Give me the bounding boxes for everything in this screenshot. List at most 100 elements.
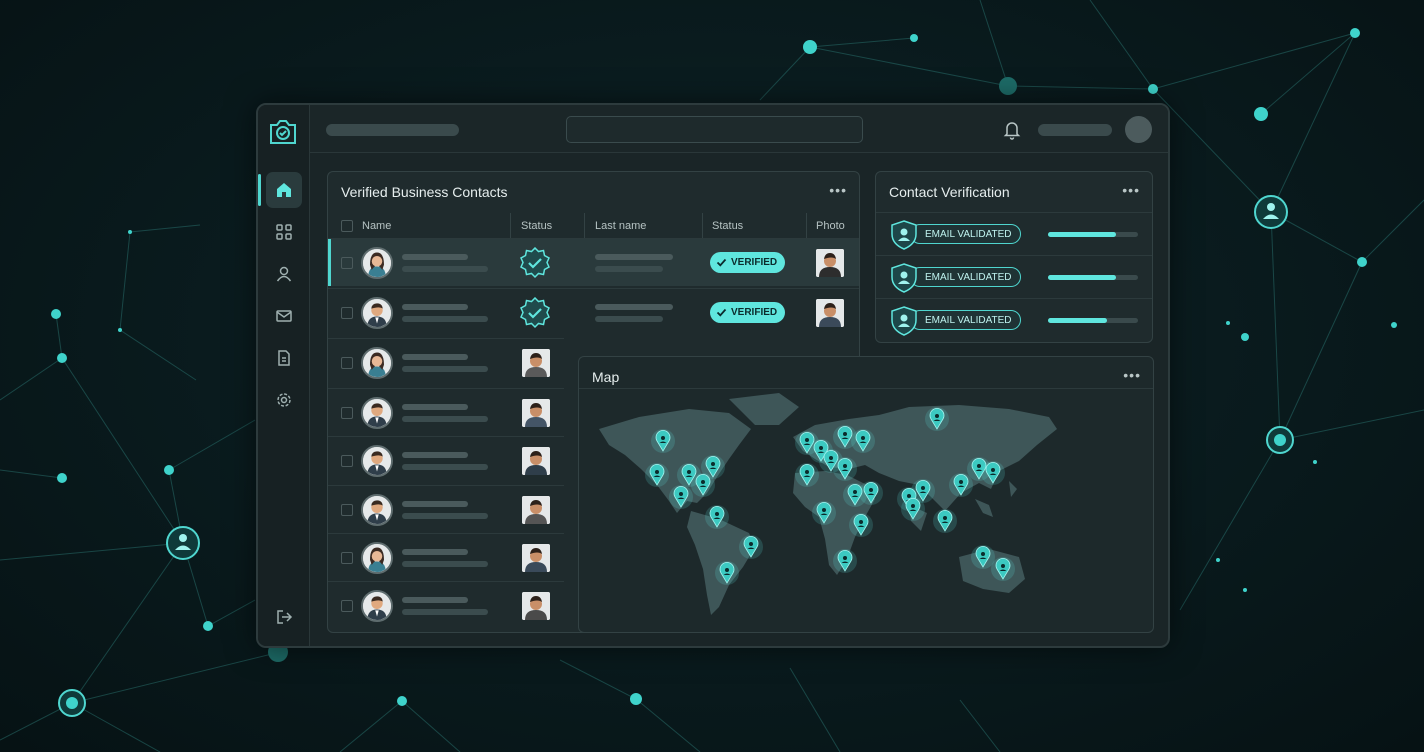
- name-placeholder: [402, 597, 468, 603]
- title-placeholder: [402, 513, 488, 519]
- shield-user-icon: [891, 220, 917, 250]
- nav-mail[interactable]: [266, 298, 302, 334]
- email-validated-badge: EMAIL VALIDATED: [910, 310, 1021, 330]
- col-status[interactable]: Status: [521, 213, 552, 238]
- contact-row[interactable]: [328, 338, 564, 386]
- contact-row[interactable]: [328, 436, 564, 484]
- contact-photo: [522, 349, 550, 377]
- location-pin-icon[interactable]: [691, 473, 715, 497]
- last-name-placeholder: [595, 304, 673, 310]
- contact-photo: [816, 299, 844, 327]
- contact-row[interactable]: [328, 581, 564, 629]
- name-placeholder: [402, 354, 468, 360]
- nav-settings[interactable]: [266, 382, 302, 418]
- row-checkbox[interactable]: [341, 257, 353, 269]
- map-title: Map: [592, 369, 620, 385]
- row-checkbox[interactable]: [341, 600, 353, 612]
- location-pin-icon[interactable]: [833, 549, 857, 573]
- location-pin-icon[interactable]: [925, 407, 949, 431]
- verification-panel: Contact Verification ••• EMAIL VALIDATED…: [875, 171, 1153, 343]
- location-pin-icon[interactable]: [833, 457, 857, 481]
- grid-icon: [276, 224, 292, 240]
- top-bar: [310, 105, 1168, 153]
- row-checkbox[interactable]: [341, 455, 353, 467]
- contact-avatar: [361, 445, 393, 477]
- title-placeholder: [402, 464, 488, 470]
- email-validated-label: EMAIL VALIDATED: [925, 228, 1012, 240]
- row-checkbox[interactable]: [341, 357, 353, 369]
- location-pin-icon[interactable]: [645, 463, 669, 487]
- location-pin-icon[interactable]: [933, 509, 957, 533]
- shield-user-icon: [891, 263, 917, 293]
- select-all-checkbox[interactable]: [341, 220, 353, 232]
- contact-photo: [522, 399, 550, 427]
- contact-photo: [816, 249, 844, 277]
- location-pin-icon[interactable]: [851, 429, 875, 453]
- col-status-2[interactable]: Status: [712, 213, 743, 238]
- nav-document[interactable]: [266, 340, 302, 376]
- row-checkbox[interactable]: [341, 307, 353, 319]
- verification-menu-button[interactable]: •••: [1122, 182, 1140, 198]
- title-placeholder: [402, 416, 488, 422]
- row-checkbox[interactable]: [341, 407, 353, 419]
- last-name-sub-placeholder: [595, 266, 663, 272]
- title-placeholder: [402, 561, 488, 567]
- location-pin-icon[interactable]: [705, 505, 729, 529]
- location-pin-icon[interactable]: [715, 561, 739, 585]
- contact-photo: [522, 592, 550, 620]
- col-name[interactable]: Name: [362, 213, 391, 238]
- location-pin-icon[interactable]: [795, 463, 819, 487]
- location-pin-icon[interactable]: [849, 513, 873, 537]
- world-map[interactable]: [579, 389, 1153, 632]
- name-placeholder: [402, 404, 468, 410]
- mail-icon: [276, 310, 292, 322]
- last-name-placeholder: [595, 254, 673, 260]
- user-avatar[interactable]: [1125, 116, 1152, 143]
- row-checkbox[interactable]: [341, 504, 353, 516]
- location-pin-icon[interactable]: [859, 481, 883, 505]
- validation-progress: [1048, 318, 1138, 323]
- contact-row[interactable]: VERIFIED: [328, 238, 859, 286]
- location-pin-icon[interactable]: [981, 461, 1005, 485]
- location-pin-icon[interactable]: [971, 545, 995, 569]
- verified-seal-icon: [520, 247, 550, 279]
- app-window: Verified Business Contacts ••• Name Stat…: [256, 103, 1170, 648]
- bell-icon[interactable]: [1003, 120, 1021, 140]
- user-icon: [276, 266, 292, 282]
- contact-row[interactable]: [328, 388, 564, 436]
- nav-logout[interactable]: [266, 599, 302, 635]
- col-photo[interactable]: Photo: [816, 213, 845, 238]
- email-validated-badge: EMAIL VALIDATED: [910, 267, 1021, 287]
- row-checkbox[interactable]: [341, 552, 353, 564]
- location-pin-icon[interactable]: [991, 557, 1015, 581]
- contact-row[interactable]: [328, 533, 564, 581]
- verified-badge: VERIFIED: [710, 252, 786, 273]
- location-pin-icon[interactable]: [949, 473, 973, 497]
- col-last-name[interactable]: Last name: [595, 213, 646, 238]
- nav-grid[interactable]: [266, 214, 302, 250]
- location-pin-icon[interactable]: [901, 497, 925, 521]
- search-input[interactable]: [566, 116, 863, 143]
- location-pin-icon[interactable]: [812, 501, 836, 525]
- check-icon: [716, 258, 727, 267]
- contact-photo: [522, 496, 550, 524]
- contact-row[interactable]: [328, 485, 564, 533]
- name-placeholder: [402, 254, 468, 260]
- location-pin-icon[interactable]: [651, 429, 675, 453]
- email-validated-label: EMAIL VALIDATED: [925, 314, 1012, 326]
- location-pin-icon[interactable]: [739, 535, 763, 559]
- contact-avatar: [361, 494, 393, 526]
- nav-user[interactable]: [266, 256, 302, 292]
- name-placeholder: [402, 549, 468, 555]
- contacts-menu-button[interactable]: •••: [829, 182, 847, 198]
- contact-row[interactable]: VERIFIED: [328, 288, 859, 336]
- location-pin-icon[interactable]: [669, 485, 693, 509]
- map-menu-button[interactable]: •••: [1123, 367, 1141, 383]
- breadcrumb-placeholder: [326, 124, 459, 136]
- title-placeholder: [402, 316, 488, 322]
- map-panel: Map •••: [578, 356, 1154, 633]
- contact-avatar: [361, 297, 393, 329]
- username-placeholder: [1038, 124, 1112, 136]
- verification-row: EMAIL VALIDATED: [876, 255, 1152, 298]
- nav-home[interactable]: [258, 172, 302, 208]
